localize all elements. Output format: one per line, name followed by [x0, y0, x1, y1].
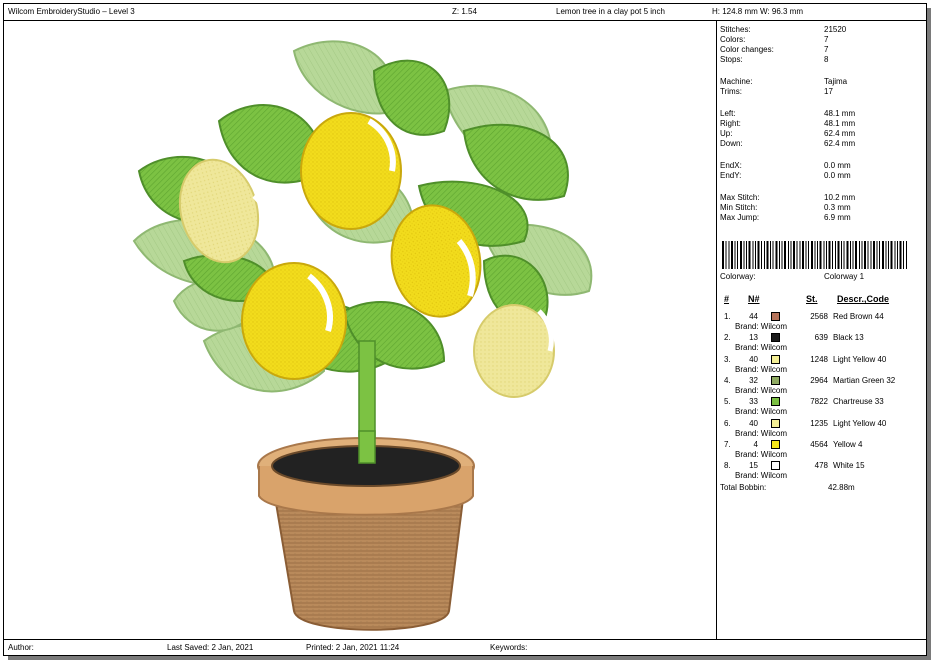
- color-row: 5. 33 7822 Chartreuse 33 Brand: Wilcom: [720, 397, 920, 418]
- clay-pot: [257, 430, 475, 631]
- color-index: 2.: [724, 333, 731, 343]
- stat-row-machine: Machine: Tajima: [720, 77, 848, 86]
- color-stitches: 2964: [810, 375, 828, 385]
- color-swatch: [771, 375, 780, 385]
- total-bobbin-row: Total Bobbin: 42.88m: [720, 483, 855, 492]
- color-swatch: [771, 312, 780, 321]
- color-index: 6.: [724, 418, 731, 428]
- color-stitches: 639: [814, 333, 828, 343]
- color-index: 3.: [724, 354, 731, 364]
- color-index: 8.: [724, 461, 731, 471]
- stat-row-up: Up: 62.4 mm: [720, 129, 856, 138]
- stat-row-max-stitch: Max Stitch: 10.2 mm: [720, 193, 856, 202]
- stat-row-down: Down: 62.4 mm: [720, 139, 856, 148]
- color-code: 40: [749, 354, 758, 364]
- color-description: Chartreuse 33: [833, 397, 884, 407]
- color-brand: Brand: Wilcom: [735, 428, 788, 438]
- stat-row-endy: EndY: 0.0 mm: [720, 171, 851, 180]
- color-stitches: 1248: [810, 354, 828, 364]
- colorway-row: Colorway: Colorway 1: [720, 272, 865, 281]
- color-index: 7.: [724, 439, 731, 449]
- color-index: 4.: [724, 375, 731, 385]
- header-bar: Wilcom EmbroideryStudio – Level 3 Z: 1.5…: [4, 4, 926, 21]
- footer-last-saved: Last Saved: 2 Jan, 2021: [167, 643, 254, 652]
- design-size: H: 124.8 mm W: 96.3 mm: [712, 7, 803, 16]
- color-row: 3. 40 1248 Light Yellow 40 Brand: Wilcom: [720, 354, 920, 376]
- stat-row-color-changes: Color changes: 7: [720, 45, 829, 54]
- color-swatch: [771, 418, 780, 428]
- col-header-description: Descr.,Code: [837, 294, 890, 304]
- stat-row-left: Left: 48.1 mm: [720, 109, 856, 118]
- col-header-code: N#: [748, 294, 760, 304]
- color-description: Yellow 4: [833, 439, 863, 449]
- color-stitches: 4564: [810, 439, 828, 449]
- stat-row-stitches: Stitches: 21520: [720, 25, 847, 34]
- color-index: 1.: [724, 312, 731, 321]
- color-stitches: 1235: [810, 418, 828, 428]
- color-swatch: [771, 397, 780, 407]
- color-swatch: [771, 439, 780, 449]
- color-description: Martian Green 32: [833, 375, 896, 385]
- color-row: 1. 44 2568 Red Brown 44 Brand: Wilcom: [720, 312, 920, 333]
- color-row: 7. 4 4564 Yellow 4 Brand: Wilcom: [720, 439, 920, 461]
- footer-keywords: Keywords:: [490, 643, 528, 652]
- stat-row-max-jump: Max Jump: 6.9 mm: [720, 213, 851, 222]
- color-description: Red Brown 44: [833, 312, 884, 321]
- color-code: 33: [749, 397, 758, 407]
- color-description: Light Yellow 40: [833, 354, 887, 364]
- color-swatch: [771, 333, 780, 343]
- color-row: 4. 32 2964 Martian Green 32 Brand: Wilcom: [720, 375, 920, 397]
- color-code: 40: [749, 418, 758, 428]
- color-swatch: [771, 354, 780, 364]
- color-brand: Brand: Wilcom: [735, 449, 788, 459]
- stat-row-right: Right: 48.1 mm: [720, 119, 856, 128]
- footer-printed: Printed: 2 Jan, 2021 11:24: [306, 643, 400, 652]
- col-header-stitches: St.: [806, 294, 818, 304]
- footer-author: Author:: [8, 643, 34, 652]
- zoom-level: Z: 1.54: [452, 7, 477, 16]
- color-description: White 15: [833, 461, 865, 471]
- color-brand: Brand: Wilcom: [735, 364, 788, 374]
- color-row: 6. 40 1235 Light Yellow 40 Brand: Wilcom: [720, 418, 920, 440]
- color-code: 4: [753, 439, 758, 449]
- stat-row-trims: Trims: 17: [720, 87, 833, 96]
- panel-divider: [716, 21, 717, 639]
- color-brand: Brand: Wilcom: [735, 407, 788, 417]
- color-code: 44: [749, 312, 758, 321]
- design-name: Lemon tree in a clay pot 5 inch: [556, 7, 665, 16]
- color-stitches: 7822: [810, 397, 828, 407]
- color-row: 8. 15 478 White 15 Brand: Wilcom: [720, 461, 920, 482]
- stat-row-colors: Colors: 7: [720, 35, 829, 44]
- color-stitches: 478: [814, 461, 828, 471]
- color-description: Light Yellow 40: [833, 418, 887, 428]
- stat-row-endx: EndX: 0.0 mm: [720, 161, 851, 170]
- color-stitches: 2568: [810, 312, 828, 321]
- footer-bar: Author: Last Saved: 2 Jan, 2021 Printed:…: [4, 639, 926, 656]
- color-code: 15: [749, 461, 758, 471]
- barcode: [722, 241, 907, 269]
- app-title: Wilcom EmbroideryStudio – Level 3: [8, 7, 135, 16]
- color-index: 5.: [724, 397, 731, 407]
- color-description: Black 13: [833, 333, 864, 343]
- color-brand: Brand: Wilcom: [735, 322, 788, 331]
- embroidery-design-preview: [132, 40, 593, 631]
- stat-row-min-stitch: Min Stitch: 0.3 mm: [720, 203, 851, 212]
- color-brand: Brand: Wilcom: [735, 471, 788, 481]
- color-code: 32: [749, 375, 758, 385]
- color-row: 2. 13 639 Black 13 Brand: Wilcom: [720, 333, 920, 354]
- col-header-index: #: [724, 294, 730, 304]
- color-code: 13: [749, 333, 758, 343]
- color-brand: Brand: Wilcom: [735, 385, 788, 395]
- stat-row-stops: Stops: 8: [720, 55, 829, 64]
- color-swatch: [771, 461, 780, 471]
- worksheet-page: Wilcom EmbroideryStudio – Level 3 Z: 1.5…: [3, 3, 927, 656]
- color-brand: Brand: Wilcom: [735, 343, 788, 353]
